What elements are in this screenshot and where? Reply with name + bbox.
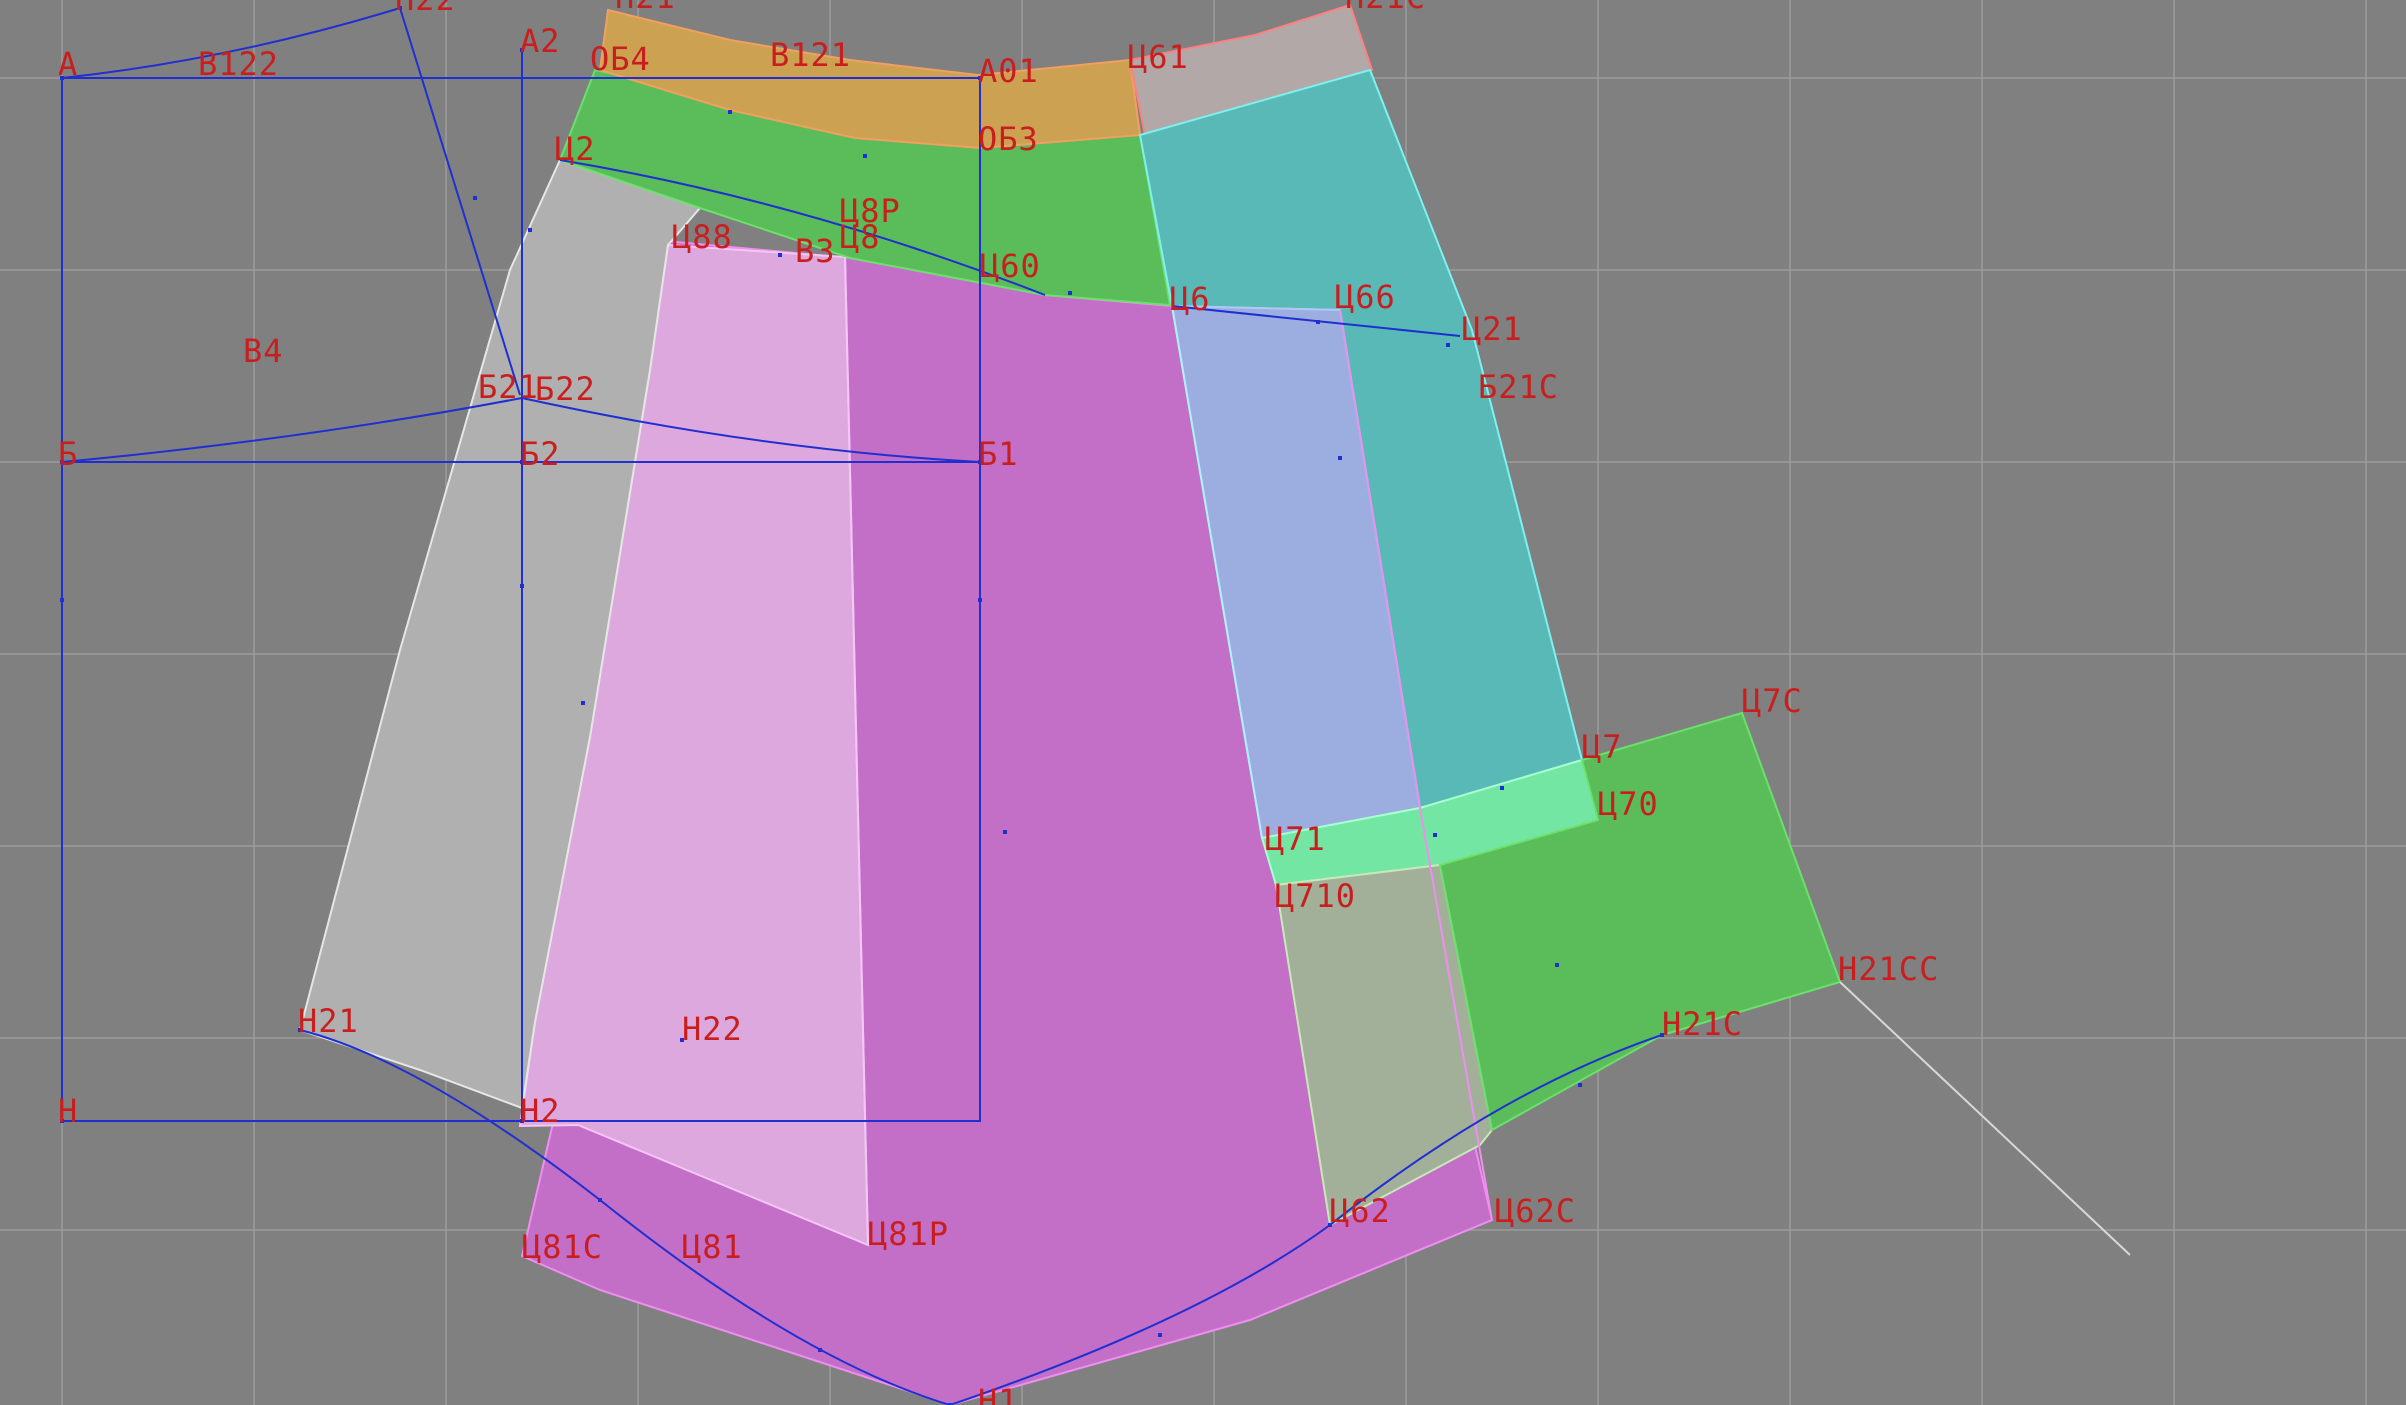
pattern-pieces: [298, 3, 1842, 1405]
label-TS61: Ц61: [1128, 38, 1189, 76]
label-TS81: Ц81: [682, 1228, 743, 1266]
label-N1: Н1: [978, 1382, 1019, 1405]
point-marker: [581, 701, 585, 705]
pattern-drawing-canvas[interactable]: А А2 А01 Н22 В122 В121 Н21 Н21С ОБ4 ОБ3 …: [0, 0, 2406, 1405]
label-TS66: Ц66: [1335, 278, 1396, 316]
label-TS7: Ц7: [1582, 728, 1623, 766]
label-V3: В3: [795, 232, 836, 270]
point-marker: [1003, 830, 1007, 834]
label-A: А: [58, 45, 78, 83]
label-N21C-top: Н21С: [1345, 0, 1426, 16]
point-marker: [1068, 291, 1072, 295]
label-B21C: Б21С: [1478, 368, 1559, 406]
point-marker: [863, 154, 867, 158]
point-marker: [1158, 1333, 1162, 1337]
label-N21-top: Н21: [615, 0, 676, 16]
point-marker: [1578, 1083, 1582, 1087]
label-B1: Б1: [978, 435, 1019, 473]
label-TS71: Ц71: [1265, 820, 1326, 858]
point-marker: [473, 196, 477, 200]
label-A2: А2: [520, 22, 561, 60]
label-TS21: Ц21: [1462, 310, 1523, 348]
point-marker: [1500, 786, 1504, 790]
label-TS8: Ц8: [840, 218, 881, 256]
point-marker: [520, 584, 524, 588]
label-V121: В121: [770, 36, 851, 74]
label-B21: Б21: [478, 368, 539, 406]
label-OB3: ОБ3: [978, 120, 1039, 158]
label-TS62: Ц62: [1330, 1192, 1391, 1230]
point-marker: [1446, 343, 1450, 347]
point-marker: [528, 228, 532, 232]
label-TS88: Ц88: [672, 218, 733, 256]
label-N2: Н2: [520, 1092, 561, 1130]
label-B2: Б2: [520, 435, 561, 473]
label-OB4: ОБ4: [590, 40, 651, 78]
point-marker: [1338, 456, 1342, 460]
label-B4: В4: [243, 332, 284, 370]
point-marker: [1316, 320, 1320, 324]
point-marker: [778, 253, 782, 257]
point-marker: [598, 1198, 602, 1202]
label-TS6: Ц6: [1170, 280, 1211, 318]
label-TS70: Ц70: [1598, 785, 1659, 823]
label-N22-top: Н22: [395, 0, 456, 18]
label-V122: В122: [198, 45, 279, 83]
label-TS81R: Ц81Р: [868, 1215, 949, 1253]
point-marker: [818, 1348, 822, 1352]
label-N21CC: Н21СС: [1838, 950, 1939, 988]
point-marker: [60, 598, 64, 602]
point-marker: [1433, 833, 1437, 837]
label-N21: Н21: [298, 1002, 359, 1040]
point-marker: [978, 598, 982, 602]
label-TS62C: Ц62С: [1495, 1192, 1576, 1230]
label-TS60: Ц60: [980, 247, 1041, 285]
label-A01: А01: [978, 52, 1039, 90]
label-TS7C: Ц7С: [1742, 682, 1803, 720]
label-N: Н: [58, 1092, 78, 1130]
label-TS81C: Ц81С: [522, 1228, 603, 1266]
point-marker: [728, 110, 732, 114]
label-B: Б: [58, 435, 78, 473]
label-B22: Б22: [535, 370, 596, 408]
label-N21C: Н21С: [1662, 1005, 1743, 1043]
label-N22: Н22: [682, 1010, 743, 1048]
label-TS2: Ц2: [555, 130, 596, 168]
point-marker: [1555, 963, 1559, 967]
label-TS710: Ц710: [1275, 877, 1356, 915]
